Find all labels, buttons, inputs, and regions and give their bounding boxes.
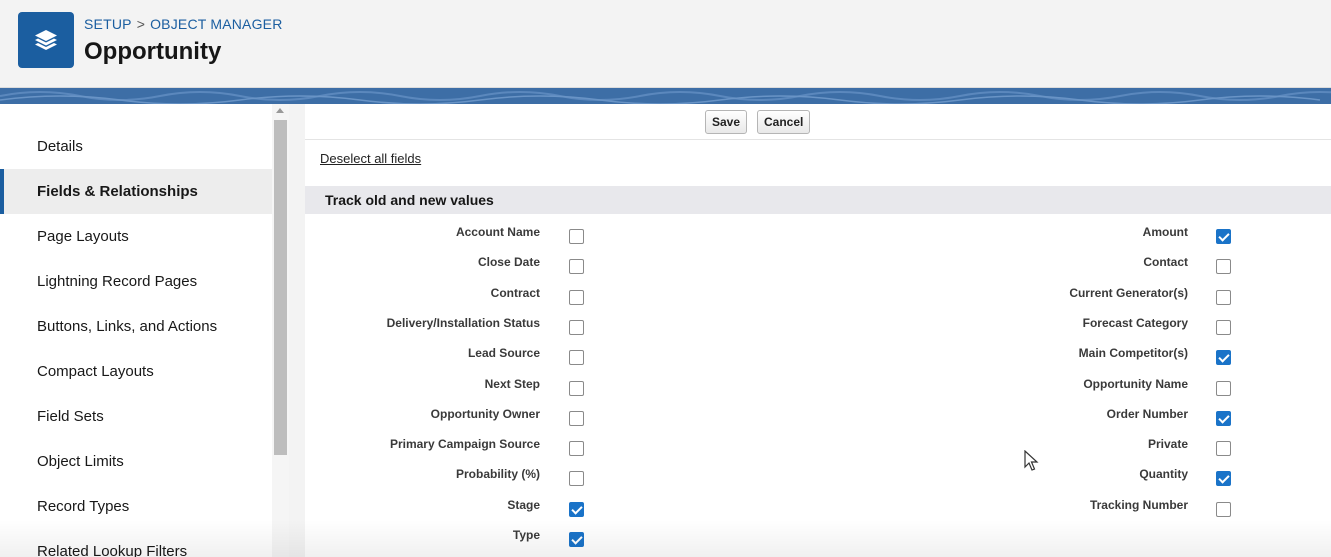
field-row: Tracking Number (305, 498, 1188, 528)
field-row: Main Competitor(s) (305, 346, 1188, 376)
object-logo (18, 12, 74, 68)
sidebar-item-fields-relationships[interactable]: Fields & Relationships (0, 169, 272, 214)
field-row: Current Generator(s) (305, 286, 1188, 316)
sidebar-item-field-sets[interactable]: Field Sets (0, 394, 272, 439)
sidebar-item-lightning-record-pages[interactable]: Lightning Record Pages (0, 259, 272, 304)
sidebar-item-object-limits[interactable]: Object Limits (0, 439, 272, 484)
sidebar-item-related-lookup-filters[interactable]: Related Lookup Filters (0, 529, 272, 557)
field-label: Main Competitor(s) (1078, 346, 1188, 361)
field-row: Private (305, 437, 1188, 467)
track-field-checkbox[interactable] (1216, 259, 1231, 275)
sidebar-item-buttons-links-actions[interactable]: Buttons, Links, and Actions (0, 304, 272, 349)
sidebar-item-page-layouts[interactable]: Page Layouts (0, 214, 272, 259)
field-row: Forecast Category (305, 316, 1188, 346)
field-label: Quantity (1139, 467, 1188, 482)
layers-icon (35, 30, 57, 50)
track-field-checkbox[interactable] (1216, 471, 1231, 487)
sidebar: Details Fields & Relationships Page Layo… (0, 104, 272, 557)
track-field-checkbox[interactable] (569, 532, 584, 547)
field-label: Private (1147, 437, 1188, 452)
track-field-checkbox[interactable] (1216, 289, 1231, 305)
field-label: Tracking Number (1089, 497, 1188, 512)
deselect-all-fields-link[interactable]: Deselect all fields (320, 151, 421, 166)
field-row: Order Number (305, 407, 1188, 437)
field-label: Type (512, 528, 540, 542)
breadcrumb-object-manager[interactable]: OBJECT MANAGER (150, 16, 282, 32)
field-label: Contact (1143, 255, 1188, 270)
mouse-pointer-icon (1024, 450, 1039, 471)
sidebar-scrollbar[interactable] (272, 104, 289, 557)
field-label: Forecast Category (1082, 315, 1188, 330)
decorative-band (0, 88, 1331, 104)
field-label: Order Number (1106, 406, 1188, 421)
field-row: Quantity (305, 467, 1188, 497)
sidebar-item-compact-layouts[interactable]: Compact Layouts (0, 349, 272, 394)
breadcrumb-setup[interactable]: SETUP (84, 16, 132, 32)
scrollbar-thumb[interactable] (274, 120, 287, 455)
field-label: Current Generator(s) (1069, 285, 1188, 300)
main-panel: Save Cancel Deselect all fields Track ol… (305, 104, 1331, 557)
field-label: Opportunity Name (1083, 376, 1188, 391)
cancel-button[interactable]: Cancel (757, 110, 811, 134)
track-field-checkbox[interactable] (1216, 350, 1231, 366)
track-field-checkbox[interactable] (1216, 441, 1231, 457)
track-field-checkbox[interactable] (1216, 410, 1231, 426)
track-field-checkbox[interactable] (1216, 319, 1231, 335)
breadcrumb-separator: > (136, 16, 146, 32)
track-field-checkbox[interactable] (1216, 380, 1231, 396)
field-row: Contact (305, 255, 1188, 285)
save-button[interactable]: Save (705, 110, 748, 134)
field-row: Type (305, 528, 540, 557)
scroll-up-arrow-icon[interactable] (276, 108, 284, 113)
sidebar-item-record-types[interactable]: Record Types (0, 484, 272, 529)
track-field-checkbox[interactable] (1216, 501, 1231, 517)
sidebar-item-details[interactable]: Details (0, 124, 272, 169)
button-bar: Save Cancel (305, 104, 1331, 140)
page-header: SETUP > OBJECT MANAGER Opportunity (0, 0, 1331, 88)
section-header: Track old and new values (305, 186, 1331, 214)
track-field-checkbox[interactable] (1216, 229, 1231, 244)
breadcrumb: SETUP > OBJECT MANAGER (84, 16, 283, 32)
page-title: Opportunity (84, 38, 222, 65)
field-label: Amount (1142, 225, 1188, 239)
field-row: Opportunity Name (305, 377, 1188, 407)
field-row: Amount (305, 225, 1188, 255)
